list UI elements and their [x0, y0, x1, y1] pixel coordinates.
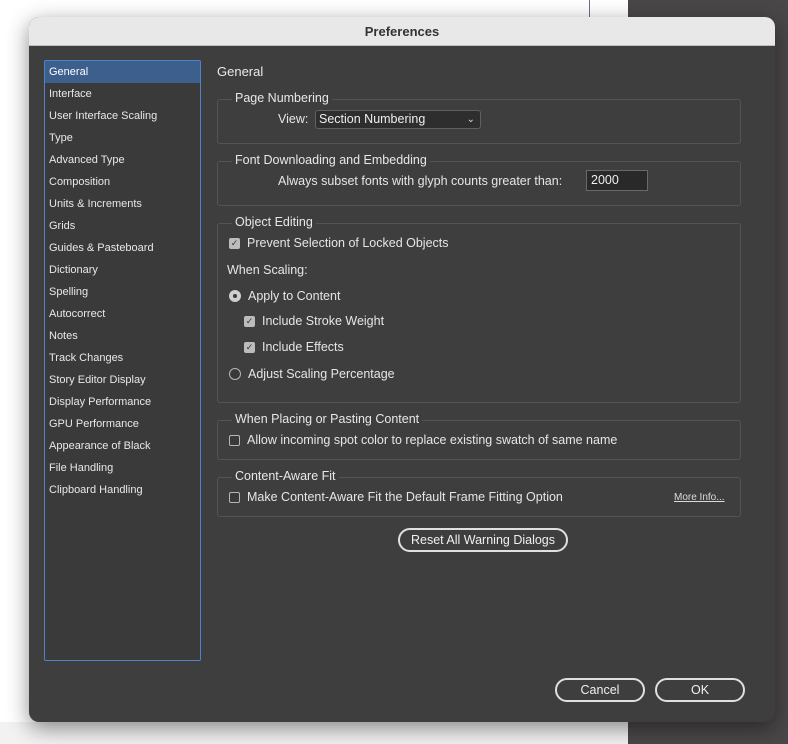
placing-pasting-title: When Placing or Pasting Content — [232, 412, 423, 426]
sidebar-item-display-performance[interactable]: Display Performance — [45, 391, 200, 413]
view-label: View: — [278, 112, 309, 126]
when-scaling-label: When Scaling: — [227, 263, 308, 277]
sidebar-item-dictionary[interactable]: Dictionary — [45, 259, 200, 281]
subset-fonts-label: Always subset fonts with glyph counts gr… — [278, 174, 563, 188]
font-downloading-group: Font Downloading and Embedding Always su… — [217, 153, 741, 206]
sidebar-item-clipboard-handling[interactable]: Clipboard Handling — [45, 479, 200, 501]
content-aware-default-label[interactable]: Make Content-Aware Fit the Default Frame… — [247, 490, 563, 504]
reset-warning-dialogs-button[interactable]: Reset All Warning Dialogs — [398, 528, 568, 552]
cancel-button[interactable]: Cancel — [555, 678, 645, 702]
sidebar-item-grids[interactable]: Grids — [45, 215, 200, 237]
sidebar-item-gpu-performance[interactable]: GPU Performance — [45, 413, 200, 435]
object-editing-group: Object Editing ✓ Prevent Selection of Lo… — [217, 215, 741, 403]
content-aware-fit-title: Content-Aware Fit — [232, 469, 339, 483]
checkmark-icon: ✓ — [230, 238, 239, 248]
allow-spot-color-checkbox[interactable] — [229, 435, 240, 446]
include-effects-checkbox[interactable]: ✓ — [244, 342, 255, 353]
adjust-scaling-radio[interactable] — [229, 368, 241, 380]
preferences-dialog: Preferences General Interface User Inter… — [29, 17, 775, 722]
sidebar-item-track-changes[interactable]: Track Changes — [45, 347, 200, 369]
sidebar-item-notes[interactable]: Notes — [45, 325, 200, 347]
section-title: General — [217, 64, 264, 79]
content-aware-default-checkbox[interactable] — [229, 492, 240, 503]
include-effects-label[interactable]: Include Effects — [262, 340, 344, 354]
subset-glyph-count-input[interactable]: 2000 — [586, 170, 648, 191]
apply-to-content-label[interactable]: Apply to Content — [248, 289, 340, 303]
chevron-down-icon: ⌄ — [466, 114, 475, 125]
sidebar-item-composition[interactable]: Composition — [45, 171, 200, 193]
window-title: Preferences — [364, 23, 440, 39]
include-stroke-label[interactable]: Include Stroke Weight — [262, 314, 384, 328]
apply-to-content-radio[interactable] — [229, 290, 241, 302]
content-aware-fit-group: Content-Aware Fit Make Content-Aware Fit… — [217, 469, 741, 517]
ok-button[interactable]: OK — [655, 678, 745, 702]
sidebar-item-interface[interactable]: Interface — [45, 83, 200, 105]
sidebar-item-appearance-of-black[interactable]: Appearance of Black — [45, 435, 200, 457]
sidebar-item-guides-pasteboard[interactable]: Guides & Pasteboard — [45, 237, 200, 259]
page-numbering-title: Page Numbering — [232, 91, 332, 105]
view-select[interactable]: Section Numbering ⌄ — [315, 110, 481, 129]
adjust-scaling-label[interactable]: Adjust Scaling Percentage — [248, 367, 395, 381]
preferences-sidebar: General Interface User Interface Scaling… — [44, 60, 201, 661]
sidebar-item-autocorrect[interactable]: Autocorrect — [45, 303, 200, 325]
sidebar-item-type[interactable]: Type — [45, 127, 200, 149]
sidebar-item-spelling[interactable]: Spelling — [45, 281, 200, 303]
sidebar-item-general[interactable]: General — [45, 61, 200, 83]
prevent-selection-label[interactable]: Prevent Selection of Locked Objects — [247, 236, 449, 250]
more-info-link[interactable]: More Info... — [674, 492, 725, 503]
checkmark-icon: ✓ — [245, 316, 254, 326]
background-strip — [0, 722, 628, 744]
prevent-selection-checkbox[interactable]: ✓ — [229, 238, 240, 249]
view-select-value: Section Numbering — [319, 112, 426, 126]
sidebar-item-user-interface-scaling[interactable]: User Interface Scaling — [45, 105, 200, 127]
allow-spot-color-label[interactable]: Allow incoming spot color to replace exi… — [247, 433, 617, 447]
checkmark-icon: ✓ — [245, 342, 254, 352]
sidebar-item-units-increments[interactable]: Units & Increments — [45, 193, 200, 215]
sidebar-item-advanced-type[interactable]: Advanced Type — [45, 149, 200, 171]
sidebar-item-file-handling[interactable]: File Handling — [45, 457, 200, 479]
sidebar-item-story-editor-display[interactable]: Story Editor Display — [45, 369, 200, 391]
page-numbering-group: Page Numbering View: Section Numbering ⌄ — [217, 91, 741, 144]
object-editing-title: Object Editing — [232, 215, 316, 229]
include-stroke-checkbox[interactable]: ✓ — [244, 316, 255, 327]
font-downloading-title: Font Downloading and Embedding — [232, 153, 430, 167]
title-bar[interactable]: Preferences — [29, 17, 775, 46]
placing-pasting-group: When Placing or Pasting Content Allow in… — [217, 412, 741, 460]
